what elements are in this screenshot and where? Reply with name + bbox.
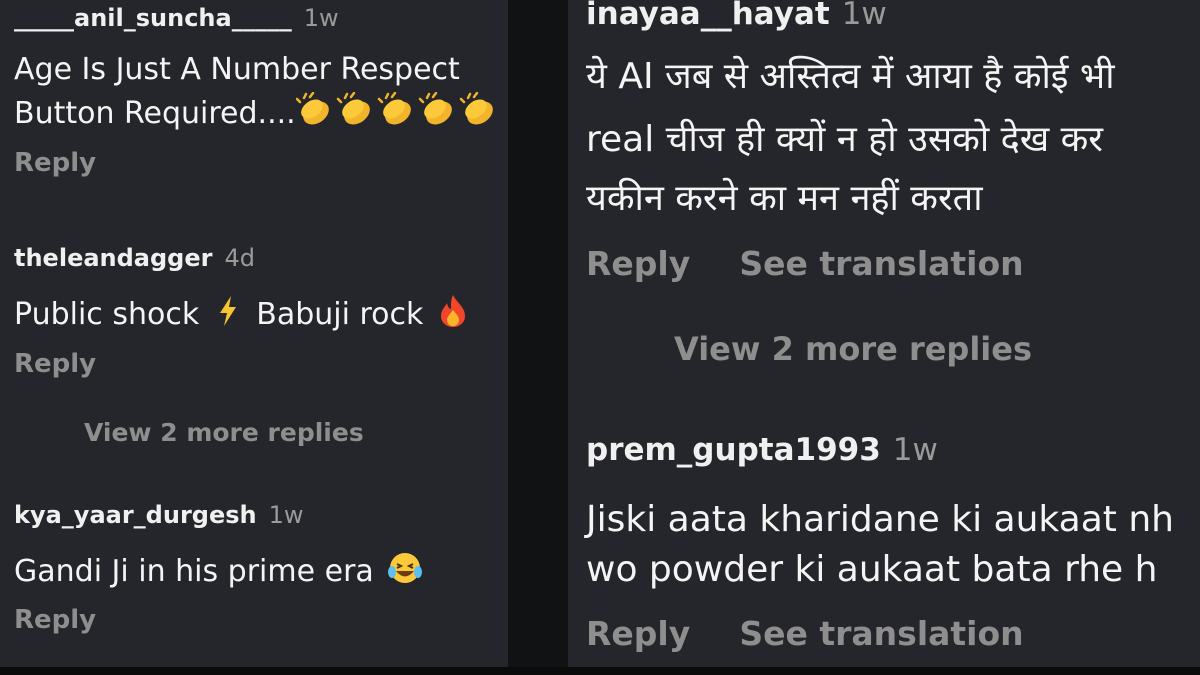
bottom-divider bbox=[0, 667, 1200, 675]
fire-icon bbox=[437, 294, 469, 337]
comment-time: 1w bbox=[303, 4, 339, 32]
see-translation-link[interactable]: See translation bbox=[739, 244, 1023, 283]
comment-text-line: Jiski aata kharidane ki aukaat nh bbox=[586, 499, 1174, 540]
comment-username[interactable]: inayaa__hayat bbox=[586, 0, 830, 32]
comment-header: inayaa__hayat 1w bbox=[586, 0, 887, 32]
clapping-hands-icon bbox=[295, 91, 501, 137]
comment-text: Gandi Ji in his prime era bbox=[14, 554, 374, 589]
laughing-tears-icon bbox=[387, 550, 423, 595]
comment-text-line: Gandi Ji in his prime era bbox=[14, 550, 423, 595]
comment-time: 1w bbox=[841, 0, 887, 32]
comment-text-line: Public shock Babuji rock bbox=[14, 294, 469, 337]
see-translation-link[interactable]: See translation bbox=[739, 614, 1023, 653]
comment-header: theleandagger 4d bbox=[14, 244, 255, 272]
comment-text: Public shock bbox=[14, 297, 200, 332]
comment-username[interactable]: theleandagger bbox=[14, 244, 212, 272]
comment-text-line: ये AI जब से अस्तित्व में आया है कोई भी bbox=[586, 56, 1115, 97]
lightning-icon bbox=[217, 295, 239, 336]
comment-time: 4d bbox=[224, 244, 255, 272]
view-more-replies-link[interactable]: View 2 more replies bbox=[84, 418, 364, 447]
comment-header: kya_yaar_durgesh 1w bbox=[14, 501, 304, 529]
comment-text: Babuji rock bbox=[256, 297, 424, 332]
right-comments-panel: inayaa__hayat 1w ये AI जब से अस्तित्व में… bbox=[568, 0, 1200, 667]
comment-header: _____anil_suncha_____ 1w bbox=[14, 4, 339, 32]
reply-button[interactable]: Reply bbox=[586, 244, 690, 283]
comment-username[interactable]: _____anil_suncha_____ bbox=[14, 4, 292, 32]
comment-username[interactable]: kya_yaar_durgesh bbox=[14, 501, 257, 529]
comment-text-line: यकीन करने का मन नहीं करता bbox=[586, 178, 983, 219]
comment-username[interactable]: prem_gupta1993 bbox=[586, 432, 881, 468]
comment-text-line: wo powder ki aukaat bata rhe h bbox=[586, 549, 1158, 590]
reply-button[interactable]: Reply bbox=[14, 349, 96, 379]
comment-time: 1w bbox=[892, 432, 938, 468]
comment-actions: Reply See translation bbox=[586, 244, 1024, 283]
comment-time: 1w bbox=[268, 501, 304, 529]
reply-button[interactable]: Reply bbox=[586, 614, 690, 653]
left-comments-panel: _____anil_suncha_____ 1w Age Is Just A Nu… bbox=[0, 0, 508, 667]
comment-text-line: real चीज ही क्यों न हो उसको देख कर bbox=[586, 119, 1103, 160]
view-more-replies-link[interactable]: View 2 more replies bbox=[674, 330, 1032, 368]
comment-text: Button Required.... bbox=[14, 96, 296, 131]
comment-text-line: Button Required.... bbox=[14, 91, 501, 137]
comment-actions: Reply See translation bbox=[586, 614, 1024, 653]
reply-button[interactable]: Reply bbox=[14, 148, 96, 178]
reply-button[interactable]: Reply bbox=[14, 605, 96, 635]
comment-text-line: Age Is Just A Number Respect bbox=[14, 52, 460, 87]
comment-header: prem_gupta1993 1w bbox=[586, 432, 938, 468]
